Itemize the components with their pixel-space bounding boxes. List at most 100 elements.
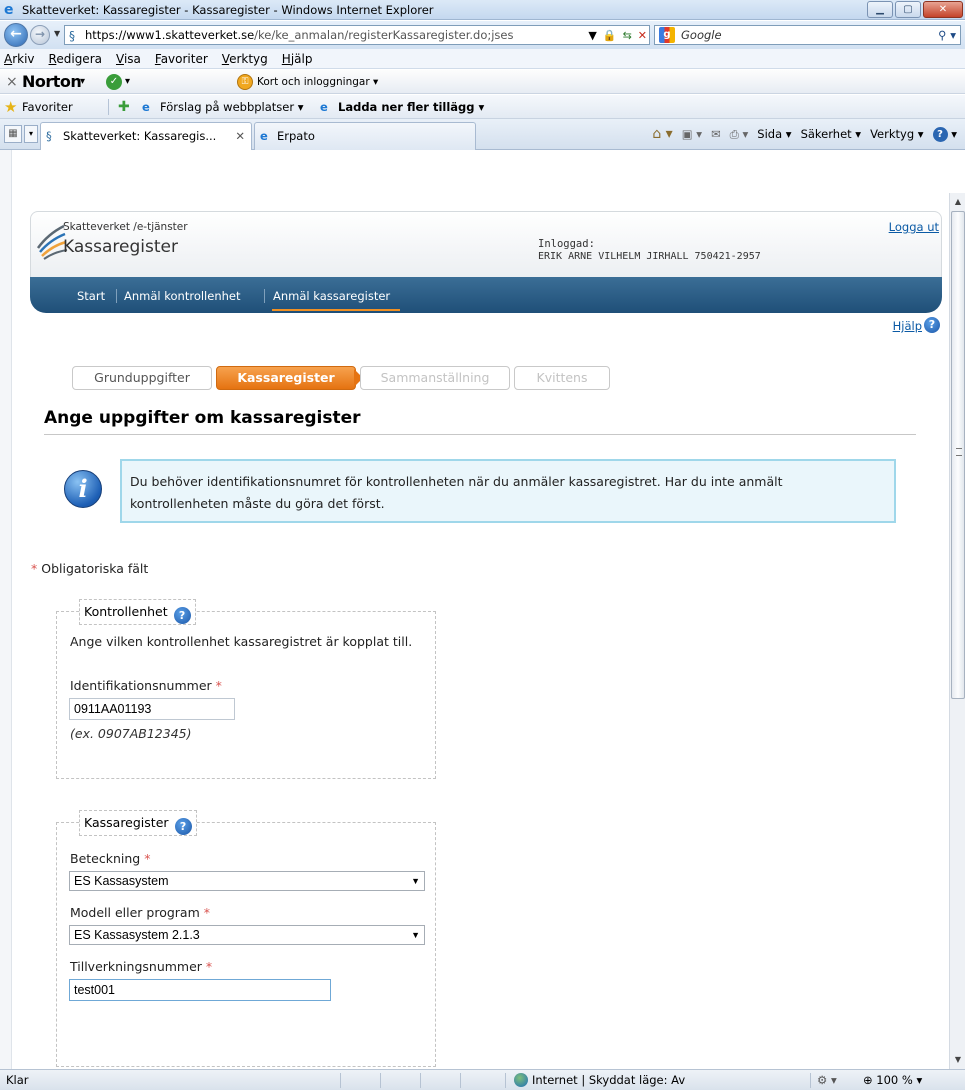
page-menu-button[interactable]: Sida ▾	[757, 119, 791, 150]
command-bar: ⌂ ▾ ▣ ▾ ✉ ⎙ ▾ Sida ▾ Säkerhet ▾ Verktyg …	[652, 119, 957, 150]
chevron-down-icon[interactable]: ▾	[125, 70, 130, 94]
tillverkningsnummer-label-text: Tillverkningsnummer	[70, 959, 202, 974]
norton-shield-icon[interactable]: ✓	[106, 74, 122, 90]
status-bar: Klar Internet | Skyddat läge: Av ⚙ ▾ ⊕ 1…	[0, 1069, 965, 1090]
info-icon: i	[64, 470, 102, 508]
window-title: Skatteverket: Kassaregister - Kassaregis…	[22, 3, 434, 17]
nav-anmal-kontrollenhet[interactable]: Anmäl kontrollenhet	[124, 289, 240, 303]
menu-favoriter[interactable]: Favoriter	[155, 49, 208, 68]
help-link[interactable]: Hjälp	[893, 319, 922, 333]
scroll-up-icon[interactable]: ▲	[951, 195, 965, 209]
tab-erpato[interactable]: e Erpato	[254, 122, 476, 150]
menu-verktyg[interactable]: Verktyg	[222, 49, 268, 68]
minimize-button[interactable]: ▁	[867, 1, 893, 18]
modell-label-text: Modell eller program	[70, 905, 200, 920]
address-dropdown-icon[interactable]: ▼	[588, 27, 596, 44]
status-divider	[380, 1073, 381, 1088]
favorites-bar: ★ Favoriter ✚ e Förslag på webbplatser ▾…	[0, 95, 965, 119]
toolbar-divider	[108, 99, 109, 115]
required-star: *	[205, 959, 213, 974]
kontrollenhet-description: Ange vilken kontrollenhet kassaregistret…	[70, 634, 413, 649]
norton-logo[interactable]: Norton	[22, 70, 82, 94]
add-favorite-icon[interactable]: ✚	[118, 95, 130, 119]
menu-arkiv[interactable]: Arkiv	[4, 49, 35, 68]
status-divider	[340, 1073, 341, 1088]
favorites-star-icon[interactable]: ★	[4, 95, 17, 119]
beteckning-label-text: Beteckning	[70, 851, 141, 866]
help-icon[interactable]: ?	[924, 317, 940, 333]
step-grunduppgifter[interactable]: Grunduppgifter	[72, 366, 212, 390]
brand-title[interactable]: Kassaregister	[63, 237, 178, 257]
refresh-icon[interactable]: ⇆	[623, 27, 632, 44]
status-divider	[810, 1073, 811, 1088]
identifikationsnummer-example: (ex. 0907AB12345)	[70, 726, 192, 741]
beteckning-select[interactable]: ES Kassasystem ▼	[69, 871, 425, 891]
tools-menu-button[interactable]: Verktyg ▾	[870, 119, 923, 150]
beteckning-selected-value: ES Kassasystem	[74, 874, 169, 888]
identifikationsnummer-input[interactable]	[69, 698, 235, 720]
norton-menu-icon[interactable]: ▾	[80, 70, 85, 94]
kontrollenhet-fieldset: Kontrollenhet ? Ange vilken kontrollenhe…	[56, 599, 436, 779]
close-toolbar-icon[interactable]: ×	[6, 70, 18, 94]
window-controls: ▁ ▢ ✕	[867, 1, 963, 18]
quick-tabs-icon[interactable]: ▦	[4, 125, 22, 143]
required-note-text: Obligatoriska fält	[41, 561, 149, 576]
search-input[interactable]: g Google ⚲ ▾	[654, 25, 961, 45]
identifikationsnummer-label-text: Identifikationsnummer	[70, 678, 212, 693]
logout-link[interactable]: Logga ut	[889, 220, 939, 234]
stop-icon[interactable]: ✕	[638, 27, 647, 44]
step-sammanstallning: Sammanställning	[360, 366, 510, 390]
menu-hjalp[interactable]: Hjälp	[282, 49, 313, 68]
logged-in-label: Inloggad:	[538, 238, 595, 250]
help-icon[interactable]: ?	[174, 818, 192, 835]
forward-button[interactable]: →	[30, 25, 50, 45]
norton-toolbar: × Norton ▾ ✓ ▾ ⚿ Kort och inloggningar ▾	[0, 70, 965, 94]
modell-select[interactable]: ES Kassasystem 2.1.3 ▼	[69, 925, 425, 945]
nav-divider	[116, 289, 117, 303]
close-tab-icon[interactable]: ✕	[235, 123, 245, 149]
tab-label: Skatteverket: Kassaregis...	[63, 129, 217, 143]
norton-cards-button[interactable]: Kort och inloggningar ▾	[257, 70, 378, 94]
get-addons-link[interactable]: Ladda ner fler tillägg ▾	[338, 95, 484, 119]
vertical-scrollbar[interactable]: ▲ ▼	[949, 193, 965, 1069]
search-icon[interactable]: ⚲ ▾	[938, 26, 956, 44]
home-icon[interactable]: ⌂ ▾	[652, 119, 672, 150]
feed-icon[interactable]: ▣ ▾	[682, 119, 702, 150]
menu-visa[interactable]: Visa	[116, 49, 141, 68]
close-window-button[interactable]: ✕	[923, 1, 963, 18]
search-placeholder: Google	[681, 28, 722, 42]
protected-mode-icon[interactable]: ⚙ ▾	[817, 1070, 837, 1090]
mail-icon[interactable]: ✉	[711, 119, 721, 150]
ie-page-icon: e	[142, 100, 150, 114]
nav-start[interactable]: Start	[77, 289, 105, 303]
maximize-button[interactable]: ▢	[895, 1, 921, 18]
favorites-button[interactable]: Favoriter	[22, 95, 73, 119]
tillverkningsnummer-input[interactable]	[69, 979, 331, 1001]
step-kvittens: Kvittens	[514, 366, 610, 390]
tab-skatteverket[interactable]: § Skatteverket: Kassaregis... ✕	[40, 122, 252, 150]
zoom-level[interactable]: ⊕ 100 % ▾	[863, 1070, 922, 1090]
menu-redigera[interactable]: Redigera	[49, 49, 102, 68]
help-icon[interactable]: ?	[173, 607, 191, 624]
scroll-down-icon[interactable]: ▼	[951, 1053, 965, 1067]
scroll-thumb[interactable]	[951, 211, 965, 699]
tab-list-icon[interactable]: ▾	[24, 125, 38, 143]
menu-bar: Arkiv Redigera Visa Favoriter Verktyg Hj…	[0, 49, 965, 69]
nav-anmal-kassaregister[interactable]: Anmäl kassaregister	[273, 289, 390, 303]
logged-in-user: ERIK ARNE VILHELM JIRHALL 750421-2957	[538, 251, 761, 262]
help-menu-button[interactable]: ? ▾	[932, 119, 957, 150]
window-titlebar: e Skatteverket: Kassaregister - Kassareg…	[0, 0, 965, 20]
legend-text: Kassaregister	[84, 815, 169, 830]
address-bar[interactable]: § https://www1.skatteverket.se/ke/ke_anm…	[64, 25, 650, 45]
history-dropdown-icon[interactable]: ▼	[54, 29, 60, 38]
print-icon[interactable]: ⎙ ▾	[730, 119, 749, 150]
security-menu-button[interactable]: Säkerhet ▾	[801, 119, 862, 150]
suggested-sites-link[interactable]: Förslag på webbplatser ▾	[160, 95, 304, 119]
back-button[interactable]: ←	[4, 23, 28, 47]
status-divider	[420, 1073, 421, 1088]
page-viewport: Skatteverket /e-tjänster Kassaregister I…	[12, 193, 949, 1069]
nav-divider	[264, 289, 265, 303]
security-zone[interactable]: Internet | Skyddat läge: Av	[514, 1070, 685, 1090]
required-star: *	[203, 905, 211, 920]
lock-icon[interactable]: 🔒	[603, 27, 617, 44]
